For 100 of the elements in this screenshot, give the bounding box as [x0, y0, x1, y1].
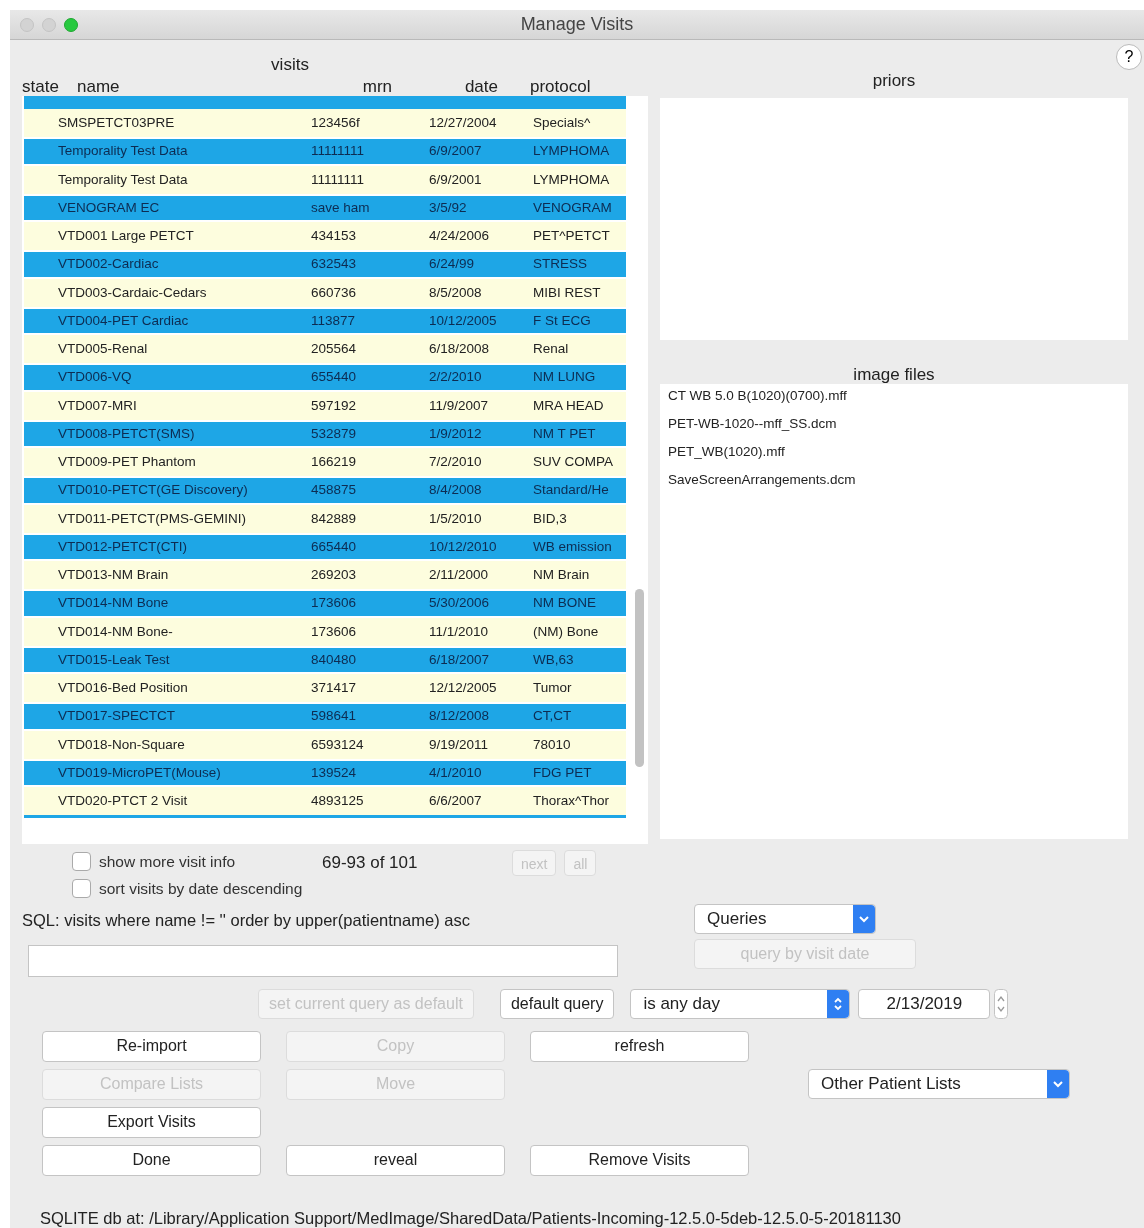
table-cell-text: 371417 [311, 679, 358, 697]
column-header[interactable]: mrn [362, 77, 392, 96]
table-cell-text: 4893125 [311, 792, 365, 810]
file-item[interactable]: CT WB 5.0 B(1020)(0700).mff [668, 388, 847, 403]
column-header[interactable]: name [77, 77, 120, 96]
action-button[interactable]: Done [42, 1144, 261, 1176]
help-button[interactable]: ? [1116, 44, 1142, 70]
queries-dropdown[interactable]: Queries [694, 904, 876, 934]
scrollbar-thumb[interactable] [635, 589, 644, 767]
table-cell-text: WB,63 [533, 650, 575, 669]
table-row[interactable]: VTD015-Leak Test 840480 6/18/2007 WB,63 [24, 645, 626, 674]
table-cell-text: 139524 [311, 763, 358, 782]
table-cell-text: 665440 [311, 537, 358, 556]
table-cell-text: CT,CT [533, 707, 573, 726]
table-row[interactable]: VTD005-Renal 205564 6/18/2008 Renal [24, 335, 626, 364]
table-row[interactable]: VTD012-PETCT(CTI) 665440 10/12/2010 WB emission [24, 532, 626, 561]
table-row[interactable]: SMSPETCT03PRE 123456f 12/27/2004 Specials^ [24, 109, 626, 138]
table-cell-text: NM BONE [533, 594, 597, 613]
file-item[interactable]: PET-WB-1020--mff_SS.dcm [668, 416, 837, 431]
table-row[interactable]: VTD016-Bed Position 371417 12/12/2005 Tumor [24, 674, 626, 703]
status-text: SQLITE db at: /Library/Application Support/MedImage/SharedData/Patients-Incoming-12.5.0-5deb-12.5.0-5-20181130 [40, 1208, 901, 1227]
table-cell-text: VTD016-Bed Position [58, 679, 189, 697]
table-cell-text: VTD001 Large PETCT [58, 227, 195, 245]
table-row[interactable]: VTD001 Large PETCT 434153 4/24/2006 PET^PETCT [24, 222, 626, 251]
sql-input-field[interactable] [28, 944, 618, 977]
table-cell-text: 458875 [311, 481, 358, 500]
table-cell-text: VENOGRAM EC [58, 198, 161, 217]
table-cell-text: 4/24/2006 [429, 227, 491, 245]
close-window-button[interactable] [20, 17, 34, 32]
table-row[interactable]: Temporality Test Data 11111111 6/9/2007 LYMPHOMA [24, 137, 626, 166]
table-cell-text: 123456f [311, 114, 361, 132]
lists-dropdown[interactable]: Other Patient Lists [808, 1068, 1070, 1099]
table-row[interactable]: VTD002-Cardiac 632543 6/24/99 STRESS [24, 250, 626, 279]
table-row[interactable]: VTD017-SPECTCT 598641 8/12/2008 CT,CT [24, 702, 626, 731]
checkbox[interactable] [72, 879, 91, 898]
table-cell-text: 11111111 [311, 170, 366, 189]
table-cell-text: 6/9/2001 [429, 170, 483, 189]
table-row[interactable]: VTD014-NM Bone- 173606 11/1/2010 (NM) Bone [24, 617, 626, 646]
table-cell-text: VTD007-MRI [58, 396, 138, 415]
table-cell-text: VTD008-PETCT(SMS) [58, 424, 196, 443]
file-item[interactable]: SaveScreenArrangements.dcm [668, 472, 856, 487]
column-header[interactable]: state [22, 77, 59, 96]
table-row[interactable]: VTD004-PET Cardiac 113877 10/12/2005 F St ECG [24, 306, 626, 335]
table-cell-text: 9/19/2011 [429, 735, 490, 754]
query-button[interactable]: default query [499, 988, 615, 1019]
action-button[interactable]: Remove Visits [530, 1144, 749, 1176]
table-row[interactable]: VTD003-Cardaic-Cedars 660736 8/5/2008 MIBI REST [24, 278, 626, 307]
table-cell-text: 532879 [311, 424, 358, 443]
minimize-window-button[interactable] [42, 17, 56, 32]
zoom-window-button[interactable] [64, 17, 78, 32]
table-row[interactable]: VTD013-NM Brain 269203 2/11/2000 NM Brain [24, 561, 626, 590]
table-row[interactable]: VTD009-PET Phantom 166219 7/2/2010 SUV COMPA [24, 448, 626, 477]
table-cell-text: 11111111 [311, 142, 366, 161]
table-cell-text: 166219 [311, 453, 358, 471]
table-row[interactable]: VTD020-PTCT 2 Visit 4893125 6/6/2007 Thorax^Thor [24, 787, 626, 816]
table-row[interactable]: VTD014-NM Bone 173606 5/30/2006 NM BONE [24, 589, 626, 618]
table-row[interactable]: VTD007-MRI 597192 11/9/2007 MRA HEAD [24, 391, 626, 420]
table-cell-text: LYMPHOMA [533, 142, 611, 161]
table-row[interactable]: Temporality Test Data 11111111 6/9/2001 LYMPHOMA [24, 165, 626, 194]
table-cell-text: VENOGRAM [533, 198, 613, 217]
table-cell-text: MIBI REST [533, 283, 602, 302]
table-row[interactable]: VTD010-PETCT(GE Discovery) 458875 8/4/2008 Standard/He [24, 476, 626, 505]
table-cell-text: 655440 [311, 368, 358, 387]
table-row[interactable]: VTD018-Non-Square 6593124 9/19/2011 78010 [24, 730, 626, 759]
table-cell-text: 4/1/2010 [429, 763, 483, 782]
table-cell-text: 6/24/99 [429, 255, 476, 274]
table-row[interactable]: VTD006-VQ 655440 2/2/2010 NM LUNG [24, 363, 626, 392]
table-cell-text: 6/6/2007 [429, 792, 483, 810]
date-mode-dropdown[interactable]: is any day [630, 988, 851, 1019]
action-button[interactable]: Export Visits [42, 1106, 261, 1138]
column-header[interactable]: date [464, 77, 498, 96]
panel-title: priors [872, 71, 916, 90]
action-button[interactable]: refresh [530, 1030, 749, 1062]
table-cell-text: 632543 [311, 255, 358, 274]
table-cell-text: VTD014-NM Bone [58, 594, 170, 613]
table-cell-text: 2/2/2010 [429, 368, 483, 387]
table-cell-text: 12/27/2004 [429, 114, 498, 132]
action-button[interactable]: reveal [286, 1144, 505, 1176]
file-item[interactable]: PET_WB(1020).mff [668, 444, 785, 459]
column-header[interactable]: protocol [530, 77, 591, 96]
table-cell-text: SMSPETCT03PRE [58, 114, 176, 132]
table-row[interactable]: VENOGRAM EC save ham 3/5/92 VENOGRAM [24, 193, 626, 222]
table-cell-text: MRA HEAD [533, 396, 605, 415]
stepper-icon[interactable] [994, 988, 1009, 1019]
table-cell-text: 269203 [311, 566, 358, 584]
table-row[interactable] [24, 815, 626, 819]
table-cell-text: VTD018-Non-Square [58, 735, 186, 754]
table-cell-text: 78010 [533, 735, 572, 754]
table-row[interactable]: VTD011-PETCT(PMS-GEMINI) 842889 1/5/2010 BID,3 [24, 504, 626, 533]
checkbox-label: show more visit info [99, 851, 236, 872]
date-field[interactable]: 2/13/2019 [858, 988, 991, 1019]
table-cell-text: 8/5/2008 [429, 283, 483, 302]
table-row[interactable]: VTD019-MicroPET(Mouse) 139524 4/1/2010 FDG PET [24, 758, 626, 787]
action-button[interactable]: Re-import [42, 1030, 261, 1062]
table-cell-text: Thorax^Thor [533, 792, 611, 810]
checkbox[interactable] [72, 852, 91, 871]
table-cell-text: (NM) Bone [533, 622, 600, 641]
table-row[interactable]: VTD008-PETCT(SMS) 532879 1/9/2012 NM T PET [24, 419, 626, 448]
table-cell-text: VTD005-Renal [58, 340, 149, 358]
table-cell-text: NM LUNG [533, 368, 597, 387]
